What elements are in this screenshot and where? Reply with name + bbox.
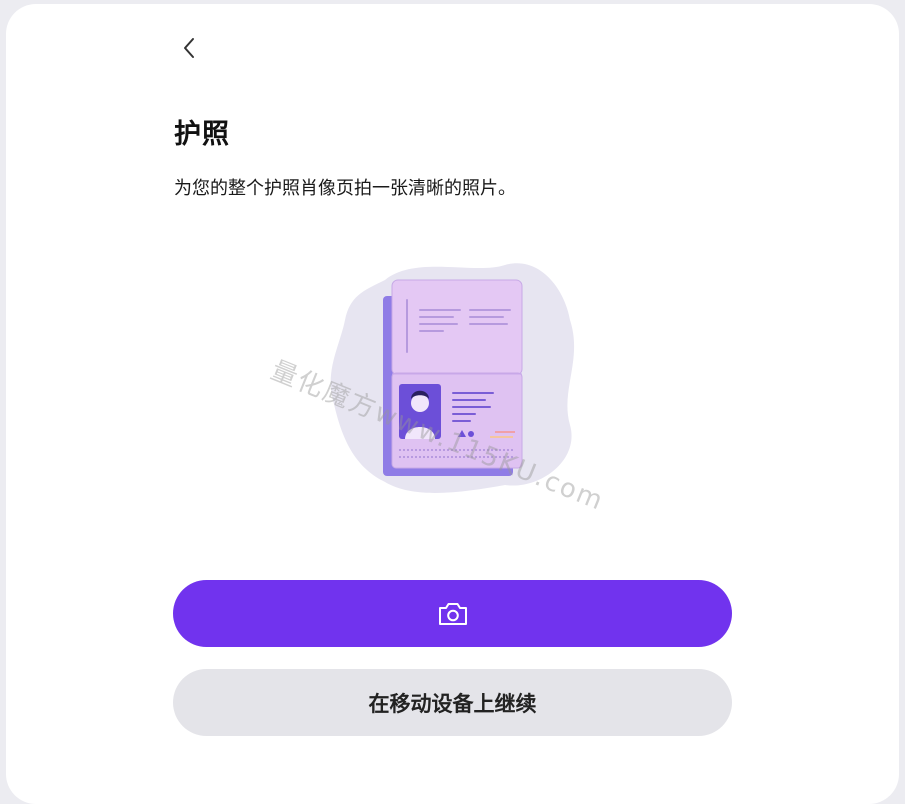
continue-on-mobile-button[interactable]: 在移动设备上继续 [173, 669, 732, 736]
back-button[interactable] [174, 32, 206, 64]
take-photo-button[interactable] [173, 580, 732, 647]
passport-top-page [391, 279, 523, 376]
camera-icon [438, 602, 467, 625]
page-title: 护照 [174, 119, 230, 150]
chevron-left-icon [184, 38, 194, 58]
page-subtitle: 为您的整个护照肖像页拍一张清晰的照片。 [174, 178, 516, 199]
passport-illustration [330, 263, 575, 493]
